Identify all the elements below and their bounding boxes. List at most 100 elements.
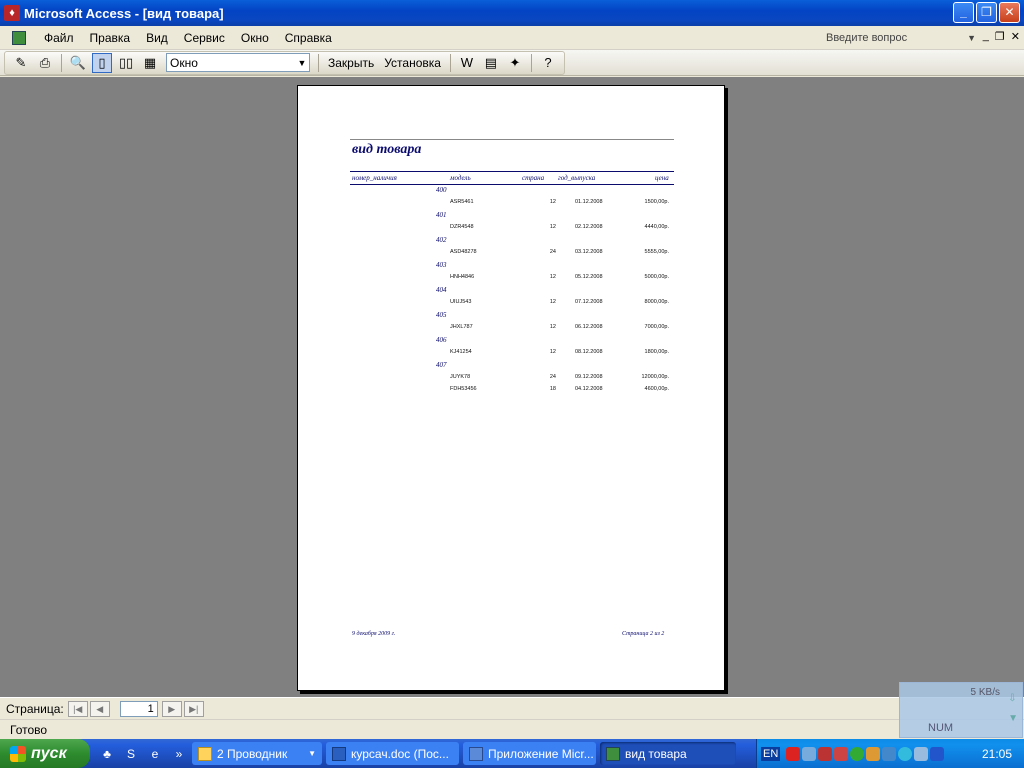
network-meter-widget[interactable]: 5 KB/s ⇩ ▼ NUM [899,682,1023,738]
scroll-arrows-icon[interactable]: ⇩ ▼ [1008,689,1018,729]
cell-price: 12000,00р. [641,374,669,380]
restore-button[interactable]: ❐ [976,2,997,23]
chevron-down-icon[interactable]: ▼ [295,58,309,68]
globe-icon[interactable] [882,746,897,761]
skype-tray-icon[interactable] [898,746,913,761]
first-page-button[interactable]: |◀ [67,700,88,717]
group-code: 400 [436,186,447,194]
language-indicator[interactable]: EN [761,746,781,761]
cell-model: DZR4548 [450,224,474,230]
office-links-icon[interactable]: W [457,53,477,73]
window-controls: _ ❐ ✕ [953,2,1020,23]
close-button[interactable]: ✕ [999,2,1020,23]
two-pages-icon[interactable]: ▯▯ [116,53,136,73]
last-page-button[interactable]: ▶| [183,700,204,717]
menu-bar: Файл Правка Вид Сервис Окно Справка Введ… [0,26,1024,50]
status-text: Готово [10,722,48,737]
toolbar-separator [318,53,319,72]
cell-price: 4440,00р. [644,224,669,230]
pen-icon[interactable] [802,746,817,761]
help-icon[interactable]: ? [538,53,558,73]
app-window-icon [469,746,483,761]
cell-model: ASR5461 [450,199,474,205]
cell-price: 1800,00р. [644,349,669,355]
next-page-button[interactable]: ▶ [161,700,182,717]
monitor-icon[interactable] [914,746,929,761]
cell-year: 09.12.2008 [575,374,603,380]
prev-page-button[interactable]: ◀ [89,700,110,717]
mdi-close-icon[interactable]: ✕ [1011,30,1020,43]
menu-tools[interactable]: Сервис [176,29,233,47]
antivirus-icon[interactable] [786,746,801,761]
network2-icon[interactable] [834,746,849,761]
chevron-down-icon: ▼ [308,749,316,758]
menu-view[interactable]: Вид [138,29,176,47]
header-country: страна [522,174,545,182]
report-doc-icon[interactable] [12,30,26,45]
mdi-minimize-icon[interactable]: _ [983,30,989,43]
task-label: курсач.doc (Пос... [351,746,449,761]
ask-question-box[interactable]: Введите вопрос ▼ [826,29,976,47]
cell-country: 12 [549,299,556,305]
one-page-icon[interactable]: ▯ [92,52,112,73]
print-preview-toolbar: ✎ ⎙ 🔍 ▯ ▯▯ ▦ Окно ▼ Закрыть Установка W … [0,50,1024,76]
cell-year: 06.12.2008 [575,324,603,330]
report-page[interactable]: вид товара номер_наличия модель страна г… [297,85,725,691]
new-object-icon[interactable]: ✦ [505,53,525,73]
folder-icon [198,746,212,761]
access-app-icon[interactable]: ♦ [4,5,20,21]
skype-icon[interactable]: S [122,745,140,763]
cell-year: 02.12.2008 [575,224,603,230]
print-icon[interactable]: ⎙ [35,53,55,73]
minimize-button[interactable]: _ [953,2,974,23]
cell-year: 07.12.2008 [575,299,603,305]
cell-price: 7000,00р. [644,324,669,330]
cell-country: 18 [549,386,556,392]
task-explorer[interactable]: 2 Проводник ▼ [192,742,322,765]
agent-icon[interactable]: ♣ [98,745,116,763]
cell-country: 24 [549,249,556,255]
network-icon[interactable] [818,746,833,761]
start-button[interactable]: пуск [0,739,90,768]
zoom-magnifier-icon[interactable]: 🔍 [68,53,88,73]
header-price: цена [655,174,669,182]
task-word-doc[interactable]: курсач.doc (Пос... [326,742,459,765]
task-report[interactable]: вид товара [600,742,736,765]
cell-model: ASD48278 [450,249,477,255]
status-green-icon[interactable] [850,746,865,761]
zoom-select[interactable]: Окно ▼ [166,53,310,72]
toolbar-separator [449,53,451,72]
cell-country: 12 [549,224,556,230]
cell-price: 5555,00р. [644,249,669,255]
cell-country: 24 [549,374,556,380]
bluetooth-icon[interactable] [930,746,945,761]
task-label: 2 Проводник [217,746,288,761]
database-window-icon[interactable]: ▤ [481,53,501,73]
group-code: 402 [436,236,447,244]
menu-help[interactable]: Справка [277,29,340,47]
close-preview-button[interactable]: Закрыть [323,56,379,70]
menu-file[interactable]: Файл [36,29,82,47]
cell-model: JUYK78 [450,374,471,380]
task-label: Приложение Micr... [488,746,594,761]
windows-flag-icon [10,745,26,762]
sound-icon[interactable] [866,746,881,761]
menu-edit[interactable]: Правка [82,29,139,47]
preview-workspace: вид товара номер_наличия модель страна г… [0,77,1024,697]
multiple-pages-icon[interactable]: ▦ [140,53,160,73]
mdi-restore-icon[interactable]: ❐ [995,30,1005,43]
page-setup-button[interactable]: Установка [379,56,446,70]
chevron-right-icon[interactable]: » [170,745,188,763]
status-bar: Готово [0,719,1024,739]
menu-window[interactable]: Окно [233,29,277,47]
quick-launch: ♣ S e » [98,745,188,763]
tray-icons [786,746,945,761]
toolbar-separator [61,53,62,72]
cell-model: KJ41254 [450,349,472,355]
chevron-down-icon[interactable]: ▼ [967,33,976,43]
task-app[interactable]: Приложение Micr... [463,742,596,765]
design-view-icon[interactable]: ✎ [11,53,31,73]
ie-icon[interactable]: e [146,745,164,763]
cell-model: FDH53456 [450,386,477,392]
page-number-input[interactable]: 1 [119,700,158,717]
